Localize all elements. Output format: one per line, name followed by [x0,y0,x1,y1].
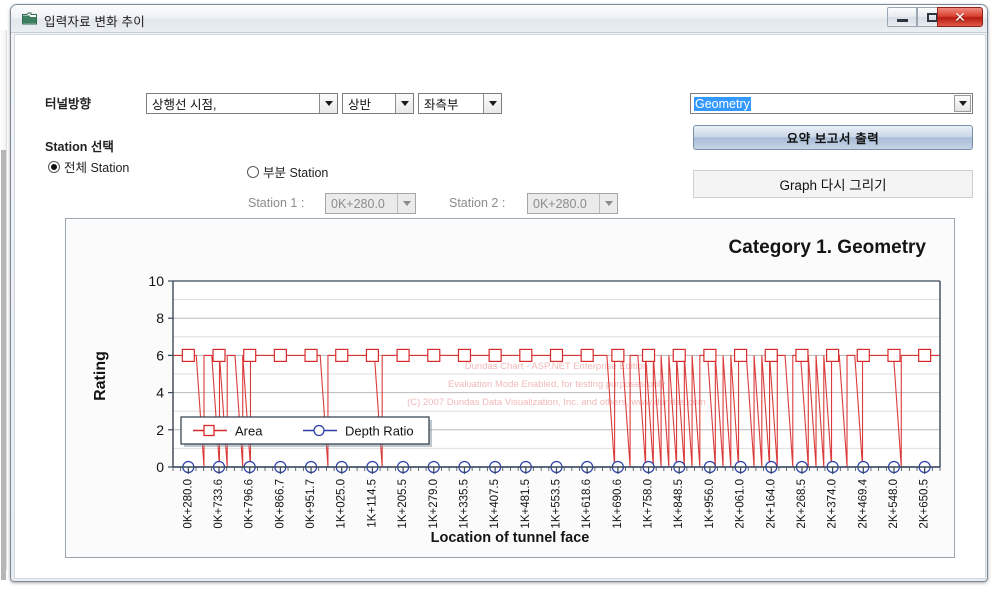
title-bar: 입력자료 변화 추이 ✕ [11,5,987,33]
svg-text:1K+690.6: 1K+690.6 [612,479,624,529]
svg-text:2K+164.0: 2K+164.0 [765,479,777,529]
station1-select[interactable]: 0K+280.0 [325,193,416,214]
svg-text:1K+553.5: 1K+553.5 [551,479,563,529]
category-value: Geometry [694,96,751,111]
svg-text:0K+796.6: 0K+796.6 [244,479,256,529]
close-icon: ✕ [954,9,966,25]
tunnel-direction-value: 상행선 시점, [152,98,217,112]
application-window: 입력자료 변화 추이 ✕ 터널방향 상행선 시점, 상반 좌측부 Station… [10,4,988,582]
station-section-label: Station 선택 [45,140,114,154]
radio-all-stations-indicator[interactable] [48,160,60,173]
print-summary-report-button[interactable]: 요약 보고서 출력 [693,125,973,150]
radio-all-stations[interactable]: 전체 Station [48,157,129,176]
station1-label: Station 1 : [248,196,305,210]
svg-text:1K+956.0: 1K+956.0 [704,479,716,529]
tunnel-direction-select[interactable]: 상행선 시점, [146,93,338,114]
radio-partial-stations[interactable]: 부분 Station [247,162,328,181]
client-area: 터널방향 상행선 시점, 상반 좌측부 Station 선택 전체 Statio… [14,34,986,579]
station2-label: Station 2 : [449,196,506,210]
svg-text:8: 8 [156,310,164,326]
svg-text:2K+650.5: 2K+650.5 [919,479,931,529]
station2-value: 0K+280.0 [533,196,587,211]
svg-text:2K+374.0: 2K+374.0 [827,479,839,529]
svg-text:Evaluation Mode Enabled, for t: Evaluation Mode Enabled, for testing pur… [448,379,665,390]
redraw-graph-button[interactable]: Graph 다시 그리기 [693,170,973,198]
svg-text:Depth Ratio: Depth Ratio [345,424,414,439]
chevron-down-icon[interactable] [395,94,413,113]
svg-text:1K+618.6: 1K+618.6 [581,479,593,529]
svg-text:Dundas Chart - ASP.NET Enterpr: Dundas Chart - ASP.NET Enterprise Editio… [465,361,648,372]
chart-plot: Dundas Chart - ASP.NET Enterprise Editio… [148,273,941,529]
tunnel-half-value: 상반 [348,98,372,112]
radio-partial-stations-label: 부분 Station [263,166,329,180]
svg-text:0K+280.0: 0K+280.0 [182,479,194,529]
chevron-down-icon[interactable] [599,194,617,213]
minimize-button[interactable] [887,7,917,27]
category-select[interactable]: Geometry [690,93,973,114]
chevron-down-icon[interactable] [397,194,415,213]
svg-text:1K+848.5: 1K+848.5 [673,479,685,529]
svg-text:2K+268.5: 2K+268.5 [796,479,808,529]
svg-text:1K+758.0: 1K+758.0 [643,479,655,529]
svg-text:6: 6 [156,347,164,363]
radio-all-stations-label: 전체 Station [64,161,130,175]
svg-text:1K+481.5: 1K+481.5 [520,479,532,529]
svg-text:2: 2 [156,422,164,438]
svg-text:Area: Area [235,424,263,439]
svg-text:1K+205.5: 1K+205.5 [397,479,409,529]
radio-partial-stations-indicator[interactable] [247,165,259,178]
svg-text:1K+114.5: 1K+114.5 [366,479,378,528]
station1-value: 0K+280.0 [331,196,385,211]
chevron-down-icon[interactable] [954,95,971,112]
svg-text:0K+733.6: 0K+733.6 [213,479,225,529]
chart-panel: Category 1. Geometry Rating Location of … [65,218,955,558]
chevron-down-icon[interactable] [483,94,501,113]
tunnel-direction-label: 터널방향 [45,97,92,111]
svg-text:0K+866.7: 0K+866.7 [274,479,286,529]
svg-text:4: 4 [156,385,164,401]
svg-text:1K+407.5: 1K+407.5 [489,479,501,529]
svg-text:2K+469.4: 2K+469.4 [857,478,869,528]
left-scrollbar-thumb[interactable] [1,150,6,580]
svg-text:0K+951.7: 0K+951.7 [305,479,317,529]
chevron-down-icon[interactable] [319,94,337,113]
svg-text:10: 10 [148,273,164,289]
left-scrollbar[interactable] [0,30,7,580]
station2-select[interactable]: 0K+280.0 [527,193,618,214]
svg-text:1K+335.5: 1K+335.5 [459,479,471,529]
svg-text:1K+025.0: 1K+025.0 [336,479,348,529]
folder-icon [22,12,37,25]
tunnel-side-value: 좌측부 [424,98,459,112]
svg-text:0: 0 [156,459,164,475]
minimize-icon [896,19,908,22]
svg-text:1K+279.0: 1K+279.0 [428,479,440,529]
tunnel-side-select[interactable]: 좌측부 [418,93,502,114]
maximize-icon [926,12,938,22]
tunnel-half-select[interactable]: 상반 [342,93,414,114]
close-button[interactable]: ✕ [937,7,983,27]
svg-text:2K+061.0: 2K+061.0 [735,479,747,529]
window-title: 입력자료 변화 추이 [44,15,145,29]
svg-text:2K+548.0: 2K+548.0 [888,479,900,529]
